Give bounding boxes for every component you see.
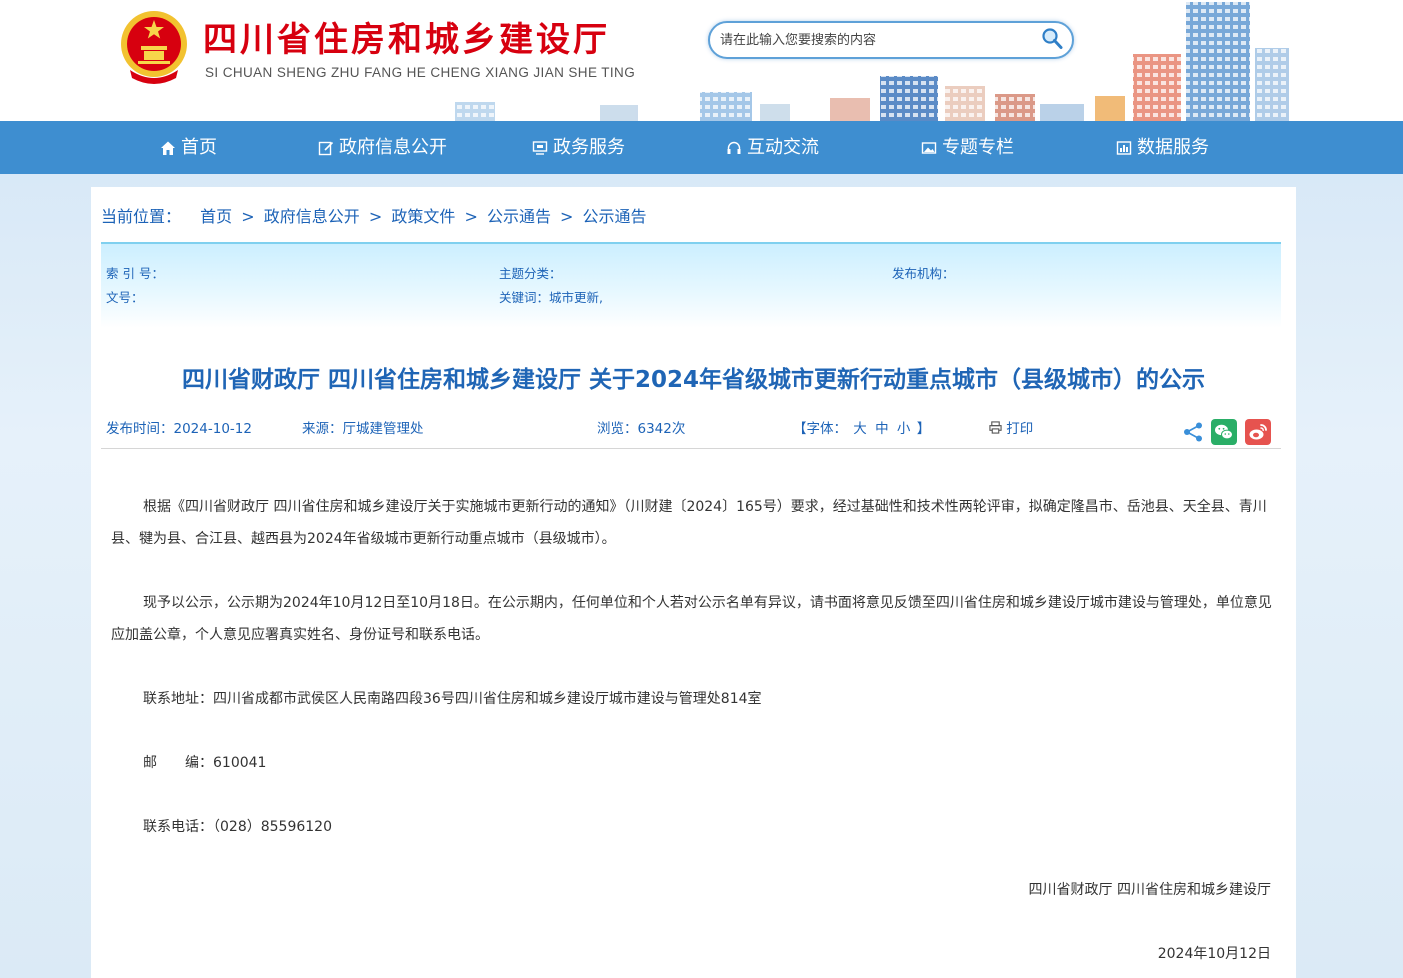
image-icon [921,141,937,154]
site-header: 四川省住房和城乡建设厅 SI CHUAN SHENG ZHU FANG HE C… [0,0,1403,121]
article-info-bar: 发布时间：2024-10-12 来源：厅城建管理处 浏览：6342次 【字体： … [101,411,1281,449]
meta-keywords: 关键词：城市更新, [499,287,603,306]
main-content: 当前位置： 首页 > 政府信息公开 > 政策文件 > 公示通告 > 公示通告 索… [91,187,1296,978]
home-icon [161,141,175,155]
font-size-label-open: 【字体： [793,421,847,437]
nav-item-gov-info[interactable]: 政府信息公开 [318,121,447,174]
search-box [708,21,1074,59]
breadcrumb: 当前位置： 首页 > 政府信息公开 > 政策文件 > 公示通告 > 公示通告 [101,203,647,227]
nav-label: 首页 [181,137,217,158]
print-label: 打印 [1006,421,1034,437]
nav-label: 政务服务 [553,137,625,158]
meta-publisher: 发布机构： [892,263,955,282]
chart-icon [1116,140,1132,155]
search-input[interactable] [720,30,1040,50]
nav-item-home[interactable]: 首页 [160,121,217,174]
article-title: 四川省财政厅 四川省住房和城乡建设厅 关于2024年省级城市更新行动重点城市（县… [181,367,1206,393]
document-meta: 索 引 号： 主题分类： 发布机构： 文号： 关键词：城市更新, [101,242,1281,328]
article-source: 来源：厅城建管理处 [302,421,424,437]
nav-label: 数据服务 [1137,137,1209,158]
breadcrumb-label: 当前位置： [101,207,182,226]
breadcrumb-policy[interactable]: 政策文件 [391,207,455,226]
edit-icon [318,141,334,155]
breadcrumb-separator: > [241,207,255,226]
nav-label: 互动交流 [747,137,819,158]
font-size-medium[interactable]: 中 [875,421,889,437]
nav-item-gov-service[interactable]: 政务服务 [532,121,625,174]
article-paragraph: 邮 编：610041 [143,755,267,771]
nav-item-data-service[interactable]: 数据服务 [1116,121,1209,174]
meta-keywords-label: 关键词： [499,290,550,305]
breadcrumb-home[interactable]: 首页 [200,207,232,226]
breadcrumb-gov-info[interactable]: 政府信息公开 [264,207,360,226]
article-paragraph: 联系电话：（028）85596120 [143,819,332,835]
search-button[interactable] [1038,26,1066,54]
site-pinyin: SI CHUAN SHENG ZHU FANG HE CHENG XIANG J… [205,65,636,80]
meta-topic: 主题分类： [499,263,562,282]
font-size-small[interactable]: 小 [897,421,911,437]
breadcrumb-notice[interactable]: 公示通告 [487,207,551,226]
nav-label: 政府信息公开 [339,137,447,158]
article-paragraph: 根据《四川省财政厅 四川省住房和城乡建设厅关于实施城市更新行动的通知》（川财建〔… [111,499,1267,547]
search-icon [1042,27,1063,49]
breadcrumb-separator: > [368,207,383,226]
site-title: 四川省住房和城乡建设厅 [203,20,610,60]
nav-item-interaction[interactable]: 互动交流 [726,121,819,174]
meta-docno-label: 文号： [106,290,144,305]
monitor-icon [532,140,548,155]
font-size-large[interactable]: 大 [853,421,867,437]
publish-time: 发布时间：2024-10-12 [106,421,252,437]
main-nav: 首页 政府信息公开 政务服务 互动交流 专题专栏 数据服务 [0,121,1403,174]
article-paragraph: 现予以公示，公示期为2024年10月12日至10月18日。在公示期内，任何单位和… [111,595,1272,643]
article-paragraph: 联系地址：四川省成都市武侯区人民南路四段36号四川省住房和城乡建设厅城市建设与管… [143,691,762,707]
breadcrumb-separator: > [464,207,478,226]
breadcrumb-notice-current[interactable]: 公示通告 [583,207,647,226]
view-count: 浏览：6342次 [597,421,686,437]
headset-icon [727,141,741,154]
share-icon[interactable] [1180,419,1206,445]
printer-icon [989,421,1002,434]
weibo-icon[interactable] [1245,419,1271,445]
article-signature: 四川省财政厅 四川省住房和城乡建设厅 [1028,882,1271,898]
article-body: 根据《四川省财政厅 四川省住房和城乡建设厅关于实施城市更新行动的通知》（川财建〔… [111,491,1273,875]
font-size-control: 【字体： 大 中 小 】 [793,417,930,437]
article-date: 2024年10月12日 [1157,946,1271,962]
national-emblem-icon [121,11,187,84]
meta-index-label: 索 引 号： [106,266,164,281]
meta-publisher-label: 发布机构： [892,266,955,281]
meta-keywords-value: 城市更新, [549,290,603,305]
print-button[interactable]: 打印 [989,417,1033,437]
meta-index: 索 引 号： [106,263,164,282]
font-size-label-close: 】 [916,421,931,437]
wechat-icon[interactable] [1211,419,1237,445]
breadcrumb-separator: > [560,207,574,226]
meta-docno: 文号： [106,287,144,306]
meta-topic-label: 主题分类： [499,266,562,281]
nav-label: 专题专栏 [942,137,1014,158]
nav-item-topics[interactable]: 专题专栏 [921,121,1014,174]
